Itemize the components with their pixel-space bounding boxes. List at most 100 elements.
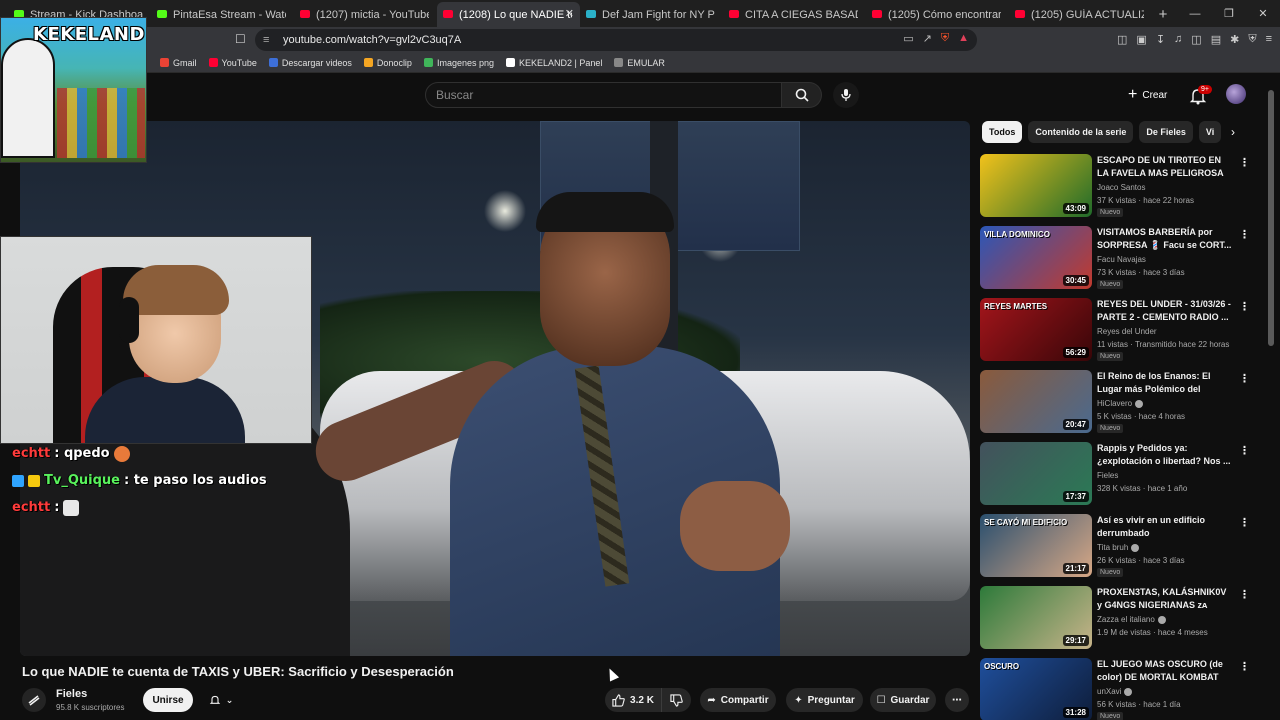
extensions-icon[interactable]: ◫ [1117, 33, 1127, 46]
voice-search-button[interactable] [833, 82, 859, 108]
channel-name[interactable]: Fieles [56, 688, 87, 700]
video-metadata: 11 vistas · Transmitido hace 22 horas [1097, 340, 1230, 349]
more-vertical-icon[interactable]: ⋮ [1239, 588, 1250, 601]
new-badge: Nuevo [1097, 712, 1124, 720]
recommended-video[interactable]: 29:17 PROXEN3TAS, KALÁSHNIK0V y G4NGS NIG… [980, 586, 1255, 650]
restore-icon[interactable]: ❐ [1212, 0, 1246, 27]
video-thumbnail[interactable]: REYES MARTES 56:29 [980, 298, 1092, 361]
bookmark-page-icon[interactable]: ☐ [235, 32, 246, 46]
close-window-icon[interactable]: ✕ [1246, 0, 1280, 27]
video-duration: 30:45 [1062, 275, 1089, 286]
chips-next-icon[interactable]: › [1224, 123, 1242, 141]
join-button[interactable]: Unirse [143, 688, 193, 712]
bookmark-item[interactable]: EMULAR [614, 58, 665, 68]
recommended-video[interactable]: 17:37 Rappis y Pedidos ya: ¿explotación o… [980, 442, 1255, 506]
cast-icon[interactable]: ▭ [903, 32, 913, 45]
bookmark-item[interactable]: Donoclip [363, 58, 412, 68]
wallet-icon[interactable]: ▤ [1211, 33, 1221, 46]
search-input[interactable]: Buscar [425, 82, 782, 108]
recommended-video-title[interactable]: EL JUEGO MAS OSCURO (de color) DE MORTAL… [1097, 658, 1232, 684]
recommended-video-title[interactable]: Así es vivir en un edificio derrumbado [1097, 514, 1232, 540]
recommended-video[interactable]: 20:47 El Reino de los Enanos: El Lugar má… [980, 370, 1255, 434]
more-vertical-icon[interactable]: ⋮ [1239, 444, 1250, 457]
video-thumbnail[interactable]: 29:17 [980, 586, 1092, 649]
thumbnail-text: VILLA DOMINICO [984, 230, 1050, 239]
filter-chip[interactable]: Contenido de la serie [1028, 121, 1134, 143]
new-badge: Nuevo [1097, 568, 1124, 577]
browser-toolbar: ☐ ≡ youtube.com/watch?v=gvl2vC3uq7A ▭ ↗ … [0, 27, 1280, 53]
subscription-bell-button[interactable]: ⌄ [201, 688, 241, 712]
bell-icon [209, 695, 220, 704]
brave-shield-icon[interactable]: ⛨ [941, 32, 949, 45]
search-placeholder: Buscar [436, 88, 474, 102]
channel-name-text: unXavi [1097, 687, 1122, 696]
more-vertical-icon[interactable]: ⋮ [1239, 228, 1250, 241]
bookmark-item[interactable]: Gmail [160, 58, 197, 68]
filter-chip[interactable]: De Fieles [1139, 121, 1193, 143]
video-thumbnail[interactable]: 17:37 [980, 442, 1092, 505]
video-thumbnail[interactable]: SE CAYÓ MI EDIFICIO 21:17 [980, 514, 1092, 577]
recommended-video-title[interactable]: VISITAMOS BARBERÍA por SORPRESA 💈 Facu s… [1097, 226, 1232, 252]
tab-search-icon[interactable]: ▣ [1136, 33, 1146, 46]
video-duration: 56:29 [1062, 347, 1089, 358]
ask-button[interactable]: ✦ Preguntar [786, 688, 863, 712]
search-button[interactable] [782, 82, 822, 108]
save-button[interactable]: ☐ Guardar [870, 688, 936, 712]
recommended-video[interactable]: 43:09 ESCAPO DE UN TIR0TEO EN LA FAVELA M… [980, 154, 1255, 218]
recommended-video[interactable]: VILLA DOMINICO 30:45 VISITAMOS BARBERÍA po… [980, 226, 1255, 290]
video-thumbnail[interactable]: 20:47 [980, 370, 1092, 433]
more-vertical-icon[interactable]: ⋮ [1239, 300, 1250, 313]
recommended-video[interactable]: OSCURO 31:28 EL JUEGO MAS OSCURO (de color… [980, 658, 1255, 720]
tab-label: PintaEsa Stream - Watch Li [173, 8, 286, 21]
video-thumbnail[interactable]: 43:09 [980, 154, 1092, 217]
bookmark-item[interactable]: YouTube [208, 58, 257, 68]
recommended-video-title[interactable]: Rappis y Pedidos ya: ¿explotación o libe… [1097, 442, 1232, 468]
filter-chip[interactable]: Todos [982, 121, 1023, 143]
browser-tab[interactable]: PintaEsa Stream - Watch Li [151, 2, 294, 27]
sidebar-toggle-icon[interactable]: ◫ [1191, 33, 1201, 46]
menu-icon[interactable]: ≡ [1266, 33, 1272, 46]
video-thumbnail[interactable]: VILLA DOMINICO 30:45 [980, 226, 1092, 289]
bookmark-item[interactable]: Descargar videos [268, 58, 352, 68]
more-vertical-icon[interactable]: ⋮ [1239, 372, 1250, 385]
more-vertical-icon[interactable]: ⋮ [1239, 156, 1250, 169]
minimize-icon[interactable]: — [1178, 0, 1212, 27]
recommended-video-title[interactable]: PROXEN3TAS, KALÁSHNIK0V y G4NGS NIGERIAN… [1097, 586, 1232, 612]
recommended-video-title[interactable]: REYES DEL UNDER - 31/03/26 - PARTE 2 - C… [1097, 298, 1232, 324]
browser-tab[interactable]: (1208) Lo que NADIE te ✕ [437, 2, 580, 27]
account-avatar[interactable] [1226, 84, 1246, 104]
share-page-icon[interactable]: ↗ [923, 32, 932, 45]
bookmark-item[interactable]: Imagenes png [423, 58, 494, 68]
new-tab-button[interactable]: + [1152, 2, 1174, 27]
address-bar[interactable]: ≡ youtube.com/watch?v=gvl2vC3uq7A ▭ ↗ ⛨ … [255, 29, 977, 51]
more-vertical-icon[interactable]: ⋮ [1239, 660, 1250, 673]
close-tab-icon[interactable]: ✕ [565, 7, 574, 20]
recommended-video-title[interactable]: El Reino de los Enanos: El Lugar más Pol… [1097, 370, 1232, 396]
scrollbar-thumb[interactable] [1268, 90, 1274, 346]
filter-chip[interactable]: Vi [1198, 121, 1222, 143]
create-button[interactable]: + Crear [1122, 84, 1173, 106]
bookmark-item[interactable]: KEKELAND2 | Panel [506, 58, 602, 68]
browser-tab[interactable]: Def Jam Fight for NY PS2 ISO ( [580, 2, 723, 27]
browser-tab[interactable]: (1205) GUÍA ACTUALIZADA Y E [1009, 2, 1152, 27]
recommended-video-title[interactable]: ESCAPO DE UN TIR0TEO EN LA FAVELA MAS PE… [1097, 154, 1232, 180]
recommended-video[interactable]: SE CAYÓ MI EDIFICIO 21:17 Así es vivir en … [980, 514, 1255, 578]
more-vertical-icon[interactable]: ⋮ [1239, 516, 1250, 529]
more-actions-button[interactable]: ⋯ [945, 688, 969, 712]
like-button[interactable]: 3.2 K [605, 688, 661, 712]
vpn-icon[interactable]: ✱ [1230, 33, 1239, 46]
downloads-icon[interactable]: ↧ [1156, 33, 1165, 46]
video-scene-hand [680, 481, 790, 571]
browser-tab[interactable]: CITA A CIEGAS BASADAS EN S [723, 2, 866, 27]
browser-tab[interactable]: (1205) Cómo encontrar el Stro [866, 2, 1009, 27]
dislike-button[interactable] [661, 688, 691, 712]
shield-icon[interactable]: ⛨ [1248, 33, 1256, 46]
video-thumbnail[interactable]: OSCURO 31:28 [980, 658, 1092, 720]
site-info-icon[interactable]: ≡ [263, 34, 269, 46]
recommended-video[interactable]: REYES MARTES 56:29 REYES DEL UNDER - 31/03… [980, 298, 1255, 362]
share-button[interactable]: ➦ Compartir [700, 688, 776, 712]
channel-avatar[interactable] [22, 688, 46, 712]
browser-tab[interactable]: (1207) mictia - YouTube [294, 2, 437, 27]
rewards-icon[interactable]: ▲ [958, 32, 969, 45]
media-icon[interactable]: ♫ [1174, 33, 1182, 46]
